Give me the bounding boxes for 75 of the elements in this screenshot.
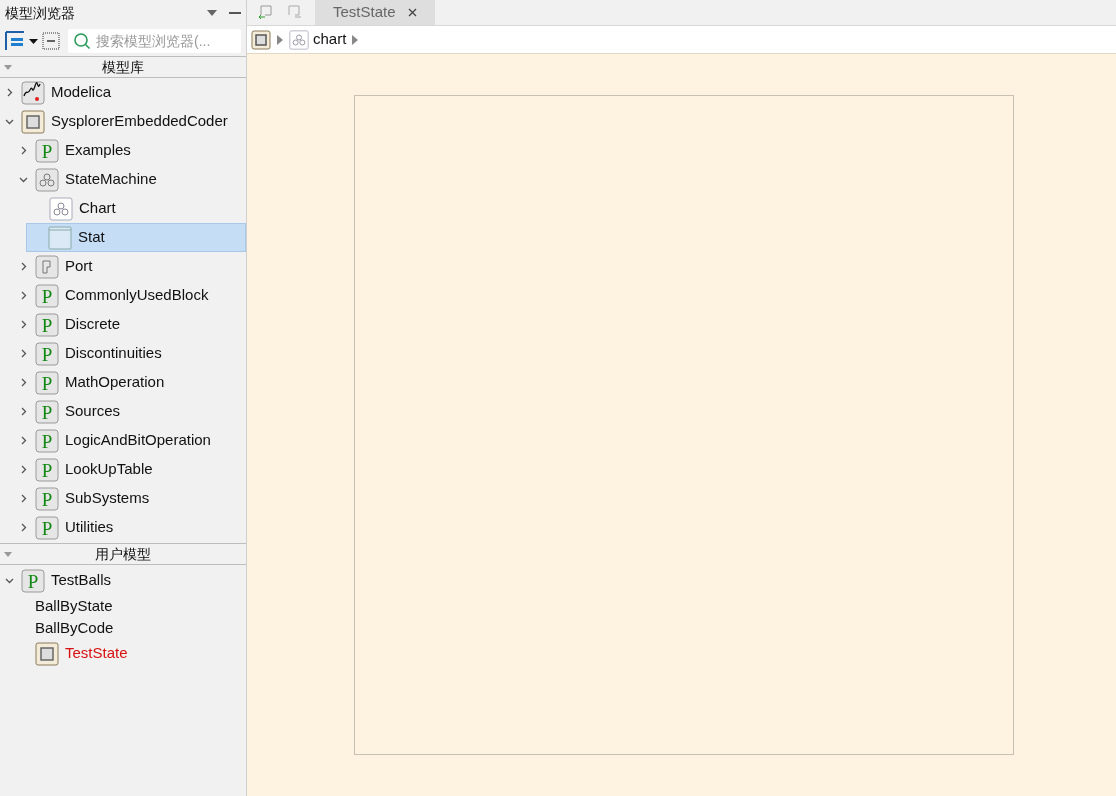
package-icon: P [35, 312, 59, 337]
package-icon: P [35, 370, 59, 395]
editor-tab[interactable]: TestState [315, 0, 435, 25]
tree-item[interactable]: Port [16, 252, 246, 281]
tree-item[interactable]: Chart [30, 194, 246, 223]
state-icon [48, 225, 72, 250]
tree-item[interactable]: P CommonlyUsedBlock [16, 281, 246, 310]
item-label: BallByCode [35, 617, 114, 638]
package-icon: P [35, 341, 59, 366]
package-icon: P [35, 486, 59, 511]
item-label: Stat [78, 227, 105, 248]
caret-icon[interactable] [29, 38, 38, 44]
item-label: Sources [65, 401, 121, 422]
item-label: CommonlyUsedBlock [65, 285, 209, 306]
item-label: LogicAndBitOperation [65, 430, 211, 451]
tree-item[interactable]: SysplorerEmbeddedCoder [2, 107, 246, 136]
package-icon: P [35, 457, 59, 482]
package-icon: P [35, 138, 59, 163]
dropdown-icon[interactable] [207, 10, 217, 16]
tree-item[interactable]: Modelica [2, 78, 246, 107]
tree-item[interactable]: P Examples [16, 136, 246, 165]
tree-item[interactable]: BallByState [16, 595, 246, 617]
item-label: Utilities [65, 517, 114, 538]
tree-item[interactable]: StateMachine [16, 165, 246, 194]
breadcrumb-link[interactable]: chart [313, 28, 347, 51]
item-label: Examples [65, 140, 131, 161]
tree-item[interactable]: P MathOperation [16, 368, 246, 397]
tree-item[interactable]: P LookUpTable [16, 455, 246, 484]
package-icon: P [35, 515, 59, 540]
tree-item[interactable]: P SubSystems [16, 484, 246, 513]
tree-item[interactable]: BallByCode [16, 617, 246, 639]
package-icon: P [35, 428, 59, 453]
separator-arrow-icon [277, 34, 283, 45]
chip-icon [21, 109, 45, 134]
tree-item[interactable]: P TestBalls [2, 566, 246, 595]
item-label: MathOperation [65, 372, 165, 393]
cluster-icon [289, 29, 309, 50]
port-icon [35, 254, 59, 279]
item-label: Port [65, 256, 93, 277]
panel-title: 模型浏览器 [5, 3, 75, 23]
chip-icon [35, 641, 59, 666]
tree-item[interactable]: TestState [16, 639, 246, 668]
close-icon[interactable] [407, 8, 417, 17]
item-label: LookUpTable [65, 459, 153, 480]
tree-item[interactable]: P Sources [16, 397, 246, 426]
item-label: TestBalls [51, 570, 112, 591]
package-icon: P [21, 568, 45, 593]
collapse-icon[interactable] [42, 32, 60, 50]
item-label: Discontinuities [65, 343, 162, 364]
separator-arrow-icon[interactable] [352, 34, 359, 45]
item-label: Discrete [65, 314, 120, 335]
package-icon: P [35, 399, 59, 424]
section-header[interactable]: 用户模型 [0, 543, 246, 565]
tree-item[interactable]: P Discrete [16, 310, 246, 339]
item-label: BallByState [35, 595, 113, 616]
item-label: Chart [79, 198, 116, 219]
item-label: SubSystems [65, 488, 150, 509]
tree-item[interactable]: P Utilities [16, 513, 246, 542]
tree-item[interactable]: P Discontinuities [16, 339, 246, 368]
tree-item[interactable]: P LogicAndBitOperation [16, 426, 246, 455]
section-header[interactable]: 模型库 [0, 56, 246, 78]
cluster-icon [49, 196, 73, 221]
item-label: StateMachine [65, 169, 157, 190]
tree-item[interactable]: Stat [26, 223, 246, 252]
search-input[interactable]: 搜索模型浏览器(... [96, 30, 221, 52]
item-label: SysplorerEmbeddedCoder [51, 111, 228, 132]
package-icon: P [35, 283, 59, 308]
modelica-icon [21, 80, 45, 105]
item-label: TestState [65, 643, 128, 664]
search-icon [73, 32, 91, 50]
tree-view-icon[interactable] [5, 31, 25, 51]
item-label: Modelica [51, 82, 112, 103]
chip-icon[interactable] [251, 29, 271, 50]
search-field[interactable]: 搜索模型浏览器(... [68, 29, 241, 53]
cluster-icon [35, 167, 59, 192]
